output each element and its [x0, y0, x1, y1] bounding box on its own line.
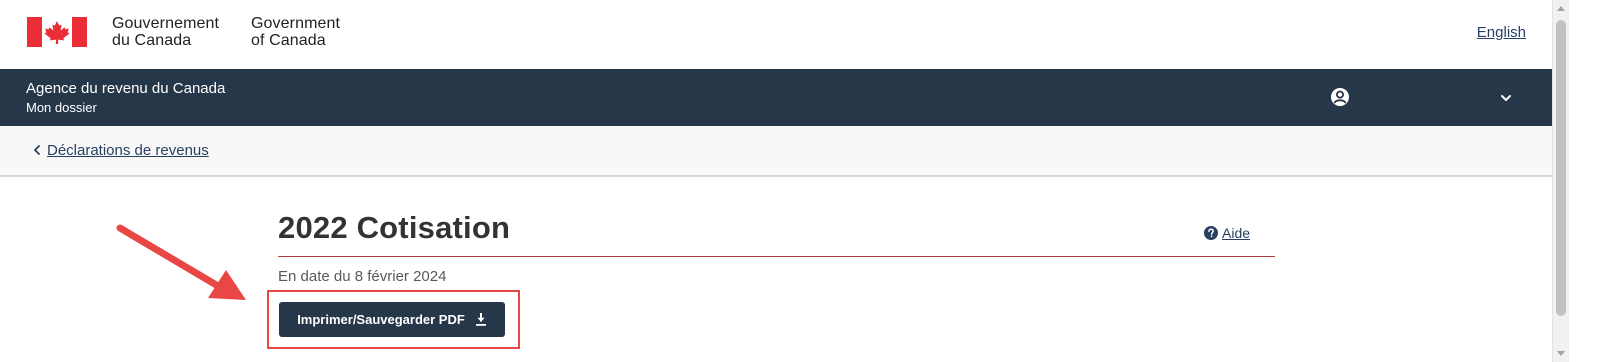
wordmark-english: Government of Canada — [251, 15, 340, 49]
wordmark-en-line1: Government — [251, 15, 341, 32]
annotation-arrow — [116, 224, 246, 300]
agency-title: Agence du revenu du Canada — [26, 80, 226, 97]
chevron-down-icon[interactable] — [1496, 88, 1516, 108]
scroll-up-arrow-icon[interactable] — [1557, 6, 1565, 11]
wordmark-fr-line1: Gouvernement — [112, 15, 220, 32]
wordmark-fr-line2: du Canada — [112, 32, 192, 49]
wordmark-en-line2: of Canada — [251, 32, 326, 49]
app-subtitle: Mon dossier — [26, 100, 97, 115]
window-right-margin — [1569, 0, 1615, 362]
canada-flag-icon — [27, 17, 87, 47]
print-save-pdf-button[interactable]: Imprimer/Sauvegarder PDF — [279, 302, 505, 337]
chevron-left-icon — [34, 145, 40, 155]
vertical-scrollbar[interactable] — [1552, 0, 1569, 362]
page-title: 2022 Cotisation — [278, 210, 511, 245]
print-button-label: Imprimer/Sauvegarder PDF — [297, 312, 465, 327]
wordmark-french: Gouvernement du Canada — [112, 15, 219, 49]
as-of-date: En date du 8 février 2024 — [278, 268, 447, 285]
account-circle-icon[interactable] — [1330, 87, 1350, 107]
scroll-down-arrow-icon[interactable] — [1557, 351, 1565, 356]
help-link-label: Aide — [1222, 225, 1251, 241]
language-toggle-link[interactable]: English — [1477, 24, 1526, 41]
help-link[interactable]: Aide — [1204, 224, 1250, 242]
download-icon — [475, 313, 486, 326]
breadcrumb-link-income-tax-returns[interactable]: Déclarations de revenus — [47, 142, 209, 159]
title-underline — [278, 256, 1275, 257]
scrollbar-thumb[interactable] — [1556, 20, 1566, 316]
question-circle-icon — [1204, 226, 1218, 240]
breadcrumb-bar: Déclarations de revenus — [0, 126, 1552, 177]
government-header: Gouvernement du Canada Government of Can… — [0, 0, 1597, 69]
app-bar: Agence du revenu du Canada Mon dossier — [0, 69, 1552, 126]
breadcrumb: Déclarations de revenus — [33, 142, 209, 160]
